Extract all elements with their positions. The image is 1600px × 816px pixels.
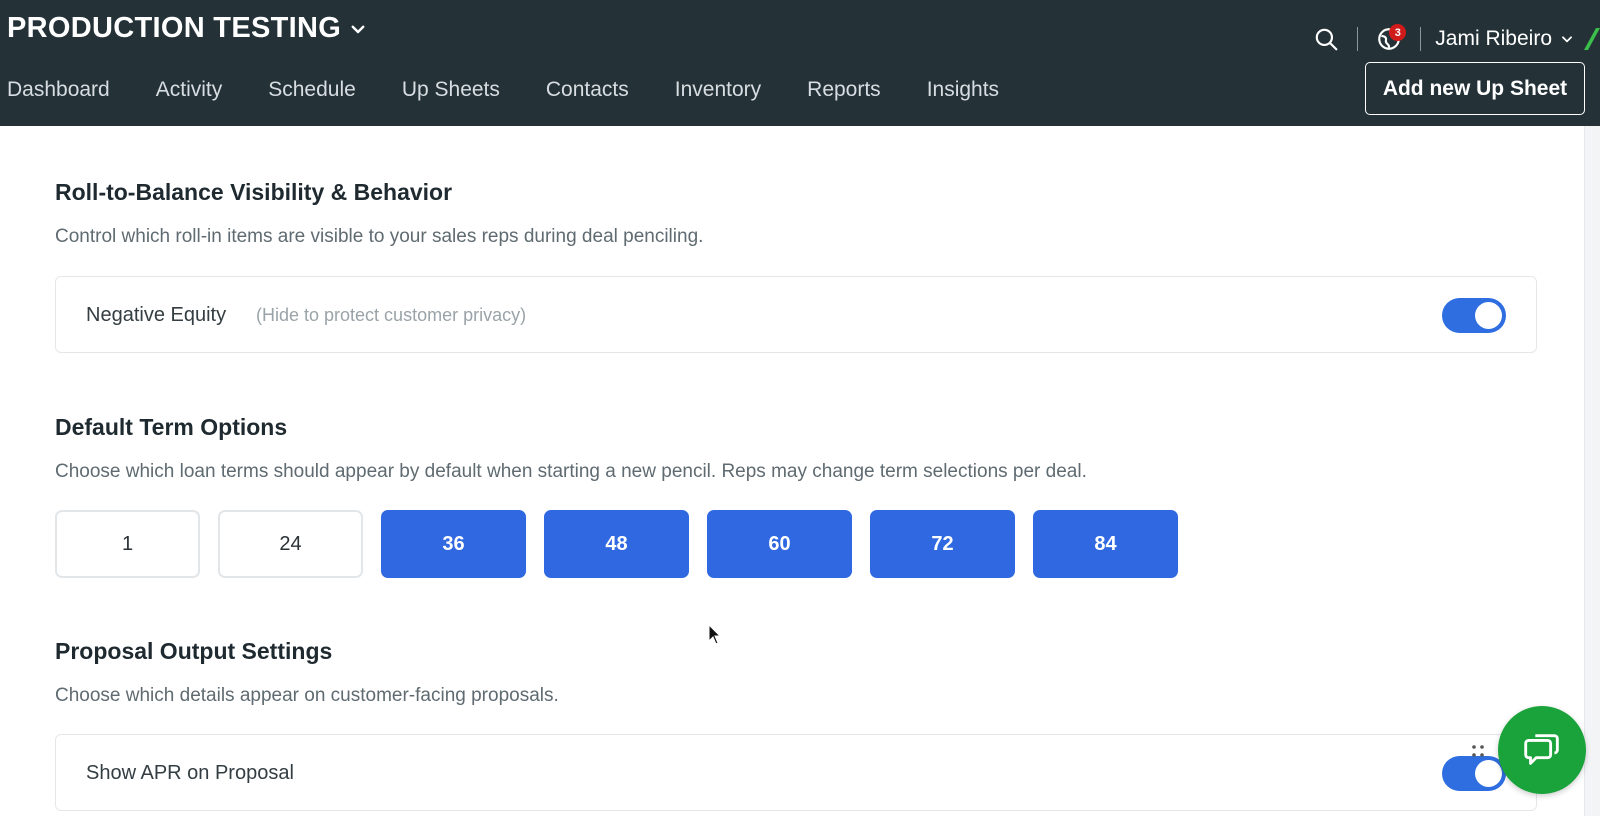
header-utilities: 3 Jami Ribeiro xyxy=(1309,20,1600,58)
header-separator xyxy=(1357,27,1359,51)
chevron-down-icon xyxy=(351,25,365,33)
header-separator xyxy=(1420,27,1422,51)
default-term-options-section: Default Term Options Choose which loan t… xyxy=(55,414,1087,483)
search-icon xyxy=(1316,28,1338,51)
section-title: Default Term Options xyxy=(55,414,288,440)
chevron-down-icon xyxy=(1562,36,1572,43)
negative-equity-label: Negative Equity xyxy=(86,304,227,326)
nav-item-activity[interactable]: Activity xyxy=(156,78,223,102)
term-option-72[interactable]: 72 xyxy=(870,510,1015,578)
nav-item-up-sheets[interactable]: Up Sheets xyxy=(402,78,500,102)
user-menu[interactable]: Jami Ribeiro xyxy=(1435,27,1574,51)
show-apr-label: Show APR on Proposal xyxy=(86,762,294,784)
section-description: Choose which loan terms should appear by… xyxy=(55,461,1087,482)
notifications-button[interactable]: 3 xyxy=(1372,22,1407,56)
chat-launcher-button[interactable] xyxy=(1498,706,1586,794)
main-nav: Dashboard Activity Schedule Up Sheets Co… xyxy=(7,78,999,102)
roll-to-balance-section: Roll-to-Balance Visibility & Behavior Co… xyxy=(55,179,703,248)
nav-item-dashboard[interactable]: Dashboard xyxy=(7,78,110,102)
negative-equity-row: Negative Equity (Hide to protect custome… xyxy=(55,276,1537,353)
top-navigation-bar: PRODUCTION TESTING 3 Jami Ribeiro Dashbo… xyxy=(0,0,1600,126)
user-name: Jami Ribeiro xyxy=(1435,27,1552,50)
org-name: PRODUCTION TESTING xyxy=(7,12,342,44)
nav-item-reports[interactable]: Reports xyxy=(807,78,881,102)
section-title: Proposal Output Settings xyxy=(55,638,333,664)
section-title: Roll-to-Balance Visibility & Behavior xyxy=(55,179,453,205)
nav-item-inventory[interactable]: Inventory xyxy=(675,78,761,102)
term-option-24[interactable]: 24 xyxy=(218,510,363,578)
chat-icon xyxy=(1524,734,1559,765)
show-apr-row: Show APR on Proposal xyxy=(55,734,1537,811)
term-option-48[interactable]: 48 xyxy=(544,510,689,578)
drag-handle-icon[interactable] xyxy=(1470,743,1488,761)
term-option-1[interactable]: 1 xyxy=(55,510,200,578)
brand-mark-icon xyxy=(1582,26,1600,52)
nav-item-contacts[interactable]: Contacts xyxy=(546,78,629,102)
settings-content: Roll-to-Balance Visibility & Behavior Co… xyxy=(0,126,1585,816)
show-apr-toggle[interactable] xyxy=(1442,756,1506,791)
nav-item-insights[interactable]: Insights xyxy=(927,78,999,102)
term-option-60[interactable]: 60 xyxy=(707,510,852,578)
negative-equity-hint: (Hide to protect customer privacy) xyxy=(256,305,527,325)
nav-item-schedule[interactable]: Schedule xyxy=(268,78,356,102)
section-description: Control which roll-in items are visible … xyxy=(55,226,704,247)
toggle-knob xyxy=(1475,760,1502,787)
term-options-group: 1 24 36 48 60 72 84 xyxy=(55,510,1178,578)
add-new-up-sheet-button[interactable]: Add new Up Sheet xyxy=(1365,62,1585,115)
org-switcher[interactable]: PRODUCTION TESTING xyxy=(7,12,367,45)
proposal-output-section: Proposal Output Settings Choose which de… xyxy=(55,638,559,707)
term-option-84[interactable]: 84 xyxy=(1033,510,1178,578)
negative-equity-toggle[interactable] xyxy=(1442,298,1506,333)
section-description: Choose which details appear on customer-… xyxy=(55,685,559,706)
term-option-36[interactable]: 36 xyxy=(381,510,526,578)
search-button[interactable] xyxy=(1309,22,1343,56)
notification-badge: 3 xyxy=(1389,24,1407,41)
mouse-cursor-icon xyxy=(708,624,722,645)
toggle-knob xyxy=(1475,302,1502,329)
